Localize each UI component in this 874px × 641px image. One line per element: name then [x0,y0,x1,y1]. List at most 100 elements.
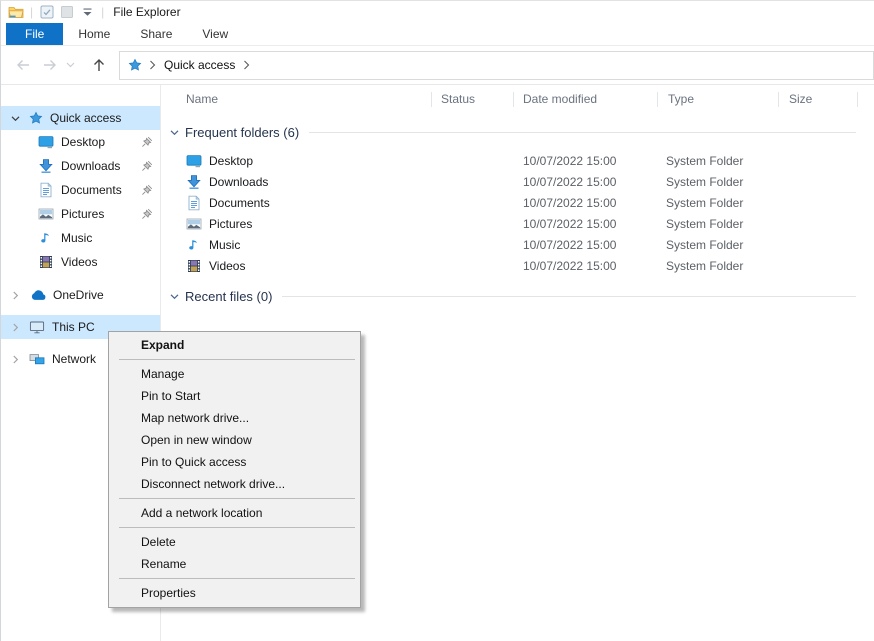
menu-item-disconnect-network-drive[interactable]: Disconnect network drive... [109,473,360,495]
qat-caret-icon[interactable] [78,3,96,21]
address-bar: Quick access [1,46,874,85]
explorer-logo-icon [7,3,25,21]
new-item-icon[interactable] [58,3,76,21]
group-header-frequent-folders[interactable]: Frequent folders (6) [169,122,874,142]
menu-separator [119,359,355,360]
file-name: Pictures [209,217,252,231]
file-type: System Folder [666,196,743,210]
sidebar-gap [1,307,160,315]
groups-container: Frequent folders (6) Desktop 10/07/2022 15… [161,122,874,306]
menu-item-pin-to-quick-access[interactable]: Pin to Quick access [109,451,360,473]
chevron-right-icon[interactable] [10,354,21,365]
history-caret-icon[interactable] [63,52,77,78]
back-arrow-icon[interactable] [9,52,36,78]
chevron-right-icon[interactable] [10,290,21,301]
file-date-modified: 10/07/2022 15:00 [523,238,616,252]
sidebar-item-onedrive[interactable]: OneDrive [1,283,160,307]
file-name: Downloads [209,175,268,189]
group-label: Frequent folders (6) [185,125,299,140]
file-type: System Folder [666,175,743,189]
sidebar-item-quick-access[interactable]: Quick access [1,106,160,130]
quick-access-star-icon [29,111,43,125]
menu-item-add-a-network-location[interactable]: Add a network location [109,502,360,524]
address-box[interactable]: Quick access [119,51,874,80]
downloads-icon [186,174,202,190]
file-name: Desktop [209,154,253,168]
sidebar-gap [1,274,160,283]
properties-check-icon[interactable] [38,3,56,21]
pin-icon [141,208,153,220]
downloads-icon [38,158,54,174]
file-name: Documents [209,196,270,210]
file-date-modified: 10/07/2022 15:00 [523,259,616,273]
menu-item-expand[interactable]: Expand [109,334,360,356]
tab-share[interactable]: Share [125,23,187,45]
file-type: System Folder [666,238,743,252]
column-header-size[interactable]: Size [779,85,858,112]
qat-separator: | [101,5,104,19]
videos-icon [38,254,54,270]
menu-separator [119,527,355,528]
file-type: System Folder [666,259,743,273]
menu-item-manage[interactable]: Manage [109,363,360,385]
sidebar-item-label: Videos [61,255,97,269]
menu-item-rename[interactable]: Rename [109,553,360,575]
group-rule [282,296,856,297]
desktop-icon [38,134,54,150]
sidebar-item-documents[interactable]: Documents [1,178,160,202]
file-explorer-window: | | File Explorer FileHomeShareView Quic… [0,0,874,641]
file-row-desktop[interactable]: Desktop 10/07/2022 15:00 System Folder [161,150,874,171]
menu-item-properties[interactable]: Properties [109,582,360,604]
menu-item-pin-to-start[interactable]: Pin to Start [109,385,360,407]
group-rows: Desktop10/07/2022 15:00System FolderDown… [161,150,874,276]
sidebar-item-desktop[interactable]: Desktop [1,130,160,154]
file-type: System Folder [666,154,743,168]
window-title: File Explorer [113,5,180,19]
context-menu: Expand ManagePin to StartMap network driv… [108,331,361,608]
file-type: System Folder [666,217,743,231]
forward-arrow-icon[interactable] [36,52,63,78]
tab-file[interactable]: File [6,23,63,45]
pin-icon [141,184,153,196]
file-row-videos[interactable]: Videos 10/07/2022 15:00 System Folder [161,255,874,276]
file-row-documents[interactable]: Documents 10/07/2022 15:00 System Folder [161,192,874,213]
chevron-right-icon[interactable] [10,322,21,333]
group-header-recent-files[interactable]: Recent files (0) [169,286,874,306]
tab-home[interactable]: Home [63,23,125,45]
column-header-row: NameStatusDate modifiedTypeSize [161,85,874,112]
sidebar-item-videos[interactable]: Videos [1,250,160,274]
file-date-modified: 10/07/2022 15:00 [523,154,616,168]
breadcrumb-segment[interactable]: Quick access [163,58,236,72]
menu-item-map-network-drive[interactable]: Map network drive... [109,407,360,429]
breadcrumb-chevron-icon[interactable] [149,60,156,70]
file-row-pictures[interactable]: Pictures10/07/2022 15:00System Folder [161,213,874,234]
file-row-music[interactable]: Music10/07/2022 15:00System Folder [161,234,874,255]
group-chevron-icon[interactable] [169,291,180,302]
music-icon [38,230,54,246]
documents-icon [186,195,202,211]
column-header-status[interactable]: Status [432,85,514,112]
sidebar-item-downloads[interactable]: Downloads [1,154,160,178]
title-bar: | | File Explorer [1,1,874,23]
menu-item-open-in-new-window[interactable]: Open in new window [109,429,360,451]
column-header-name[interactable]: Name [161,85,432,112]
menu-separator [119,578,355,579]
qat-separator: | [30,5,33,19]
file-date-modified: 10/07/2022 15:00 [523,196,616,210]
breadcrumb-chevron-icon[interactable] [243,60,250,70]
sidebar-item-label: OneDrive [53,288,104,302]
chevron-down-icon[interactable] [10,113,21,124]
group-chevron-icon[interactable] [169,127,180,138]
tab-view[interactable]: View [187,23,243,45]
file-date-modified: 10/07/2022 15:00 [523,175,616,189]
sidebar-item-music[interactable]: Music [1,226,160,250]
menu-item-delete[interactable]: Delete [109,531,360,553]
file-name: Videos [209,259,245,273]
column-header-type[interactable]: Type [658,85,779,112]
sidebar-item-label: Documents [61,183,122,197]
up-arrow-icon[interactable] [85,52,112,78]
sidebar-item-pictures[interactable]: Pictures [1,202,160,226]
column-header-date-modified[interactable]: Date modified [514,85,658,112]
file-row-downloads[interactable]: Downloads 10/07/2022 15:00 System Folder [161,171,874,192]
sidebar-item-label: Quick access [50,111,121,125]
